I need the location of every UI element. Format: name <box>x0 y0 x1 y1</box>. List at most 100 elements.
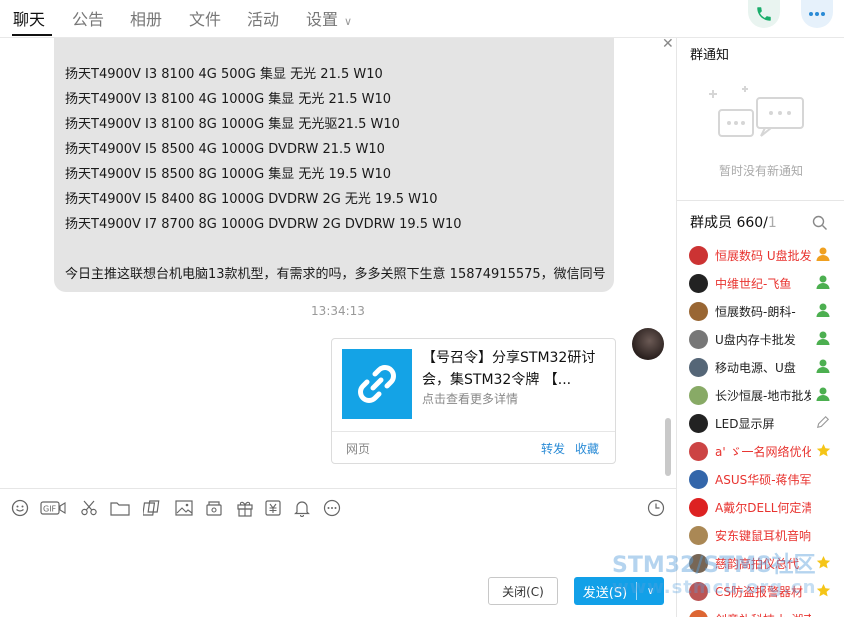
message-line: 扬天T4900V I7 8700 8G 1000G DVDRW 2G DVDRW… <box>65 217 462 232</box>
notice-title: 群通知 <box>690 48 730 63</box>
history-icon[interactable] <box>645 498 667 518</box>
message-line: 扬天T4900V I5 8500 4G 1000G DVDRW 21.5 W10 <box>65 142 385 157</box>
avatar[interactable] <box>689 441 708 461</box>
card-subtitle: 点击查看更多详情 <box>422 392 519 406</box>
member-name: A戴尔DELL何定清 <box>715 500 811 515</box>
member-name: 恒展数码-朗科- <box>715 304 796 319</box>
message-timestamp: 13:34:13 <box>311 304 365 318</box>
member-name: 中维世纪-飞鱼 <box>715 276 792 291</box>
member-name: 创意礼科技小-湖南 <box>715 611 811 617</box>
chat-scrollbar[interactable] <box>665 418 671 476</box>
avatar[interactable] <box>689 385 708 405</box>
avatar[interactable] <box>689 469 708 489</box>
message-line: 扬天T4900V I5 8400 8G 1000G DVDRW 2G 无光 19… <box>65 192 438 207</box>
phone-icon <box>757 7 771 21</box>
folder-icon[interactable] <box>109 498 131 518</box>
members-total: 1 <box>767 215 777 231</box>
avatar[interactable] <box>689 329 708 349</box>
more-button[interactable] <box>801 0 833 28</box>
tab-settings[interactable]: 设置 ∨ <box>306 6 352 30</box>
close-icon[interactable]: ✕ <box>662 38 674 52</box>
favorite-link[interactable]: 收藏 <box>575 440 599 457</box>
dice-icon[interactable] <box>141 498 163 518</box>
chat-history[interactable]: 扬天T4900V I3 8100 4G 500G 集显 无光 21.5 W10 … <box>0 38 676 488</box>
divider <box>677 200 844 201</box>
message-line: 扬天T4900V I3 8100 4G 500G 集显 无光 21.5 W10 <box>65 67 383 82</box>
member-name: U盘内存卡批发 <box>715 332 796 347</box>
call-button[interactable] <box>748 0 780 28</box>
members-count: 群成员 660/ <box>690 215 768 231</box>
star-badge-icon <box>815 554 831 570</box>
watermark-line1: STM32/STM8社区 <box>612 553 816 578</box>
watermark-line2: www.stmcu.org.cn <box>612 577 817 598</box>
member-item[interactable]: LED显示屏 <box>689 411 839 435</box>
tab-chat[interactable]: 聊天 <box>13 6 45 30</box>
tab-files[interactable]: 文件 <box>189 6 221 30</box>
members-title: 群成员 660/1 <box>690 212 777 232</box>
message-line: 扬天T4900V I3 8100 4G 1000G 集显 无光 21.5 W10 <box>65 92 392 107</box>
avatar[interactable] <box>689 413 708 433</box>
emoji-icon[interactable] <box>9 498 31 518</box>
red-packet-icon[interactable] <box>203 498 225 518</box>
member-item[interactable]: 安东键鼠耳机音响-小 <box>689 523 839 547</box>
notice-empty-text: 暂时没有新通知 <box>718 164 803 178</box>
member-item[interactable]: 长沙恒展-地市批发 <box>689 383 839 407</box>
admin-badge-icon <box>815 302 831 318</box>
member-name: 长沙恒展-地市批发 <box>715 388 811 403</box>
admin-badge-icon <box>815 386 831 402</box>
active-tab-underline <box>12 34 52 36</box>
gift-icon[interactable] <box>234 498 256 518</box>
member-name: a' ゞ一名网络优化 <box>715 444 811 459</box>
link-card[interactable]: 【号召令】分享STM32研讨会，集STM32令牌 【... 点击查看更多详情 网… <box>331 338 616 464</box>
member-item[interactable]: 创意礼科技小-湖南 <box>689 607 839 617</box>
message-line: 扬天T4900V I3 8100 8G 1000G 集显 无光驱21.5 W10 <box>65 117 400 132</box>
member-item[interactable]: A戴尔DELL何定清 <box>689 495 839 519</box>
avatar[interactable] <box>689 525 708 545</box>
scissors-icon[interactable] <box>78 498 100 518</box>
tab-activity[interactable]: 活动 <box>247 6 279 30</box>
star-badge-icon <box>815 442 831 458</box>
avatar[interactable] <box>689 357 708 377</box>
right-panel: 群通知 暂时没有新通知 群成员 660/1 恒展数码 U盘批发 中维世纪-飞鱼 恒展… <box>676 38 844 617</box>
message-bubble: 扬天T4900V I3 8100 4G 500G 集显 无光 21.5 W10 … <box>54 38 614 292</box>
more-icon[interactable] <box>321 498 343 518</box>
member-item[interactable]: a' ゞ一名网络优化 <box>689 439 839 463</box>
gif-icon[interactable]: GIF <box>40 498 66 518</box>
member-item[interactable]: U盘内存卡批发 <box>689 327 839 351</box>
member-name: 安东键鼠耳机音响-小 <box>715 528 811 543</box>
member-item[interactable]: 恒展数码 U盘批发 <box>689 243 839 267</box>
forward-link[interactable]: 转发 <box>541 440 565 457</box>
edit-icon <box>815 414 831 430</box>
payment-icon[interactable] <box>262 498 284 518</box>
close-button[interactable]: 关闭(C) <box>488 577 558 605</box>
member-item[interactable]: ASUS华硕-蒋伟军-湖 <box>689 467 839 491</box>
tab-announcement[interactable]: 公告 <box>72 6 104 30</box>
avatar[interactable] <box>689 301 708 321</box>
avatar[interactable] <box>689 273 708 293</box>
svg-text:GIF: GIF <box>43 505 57 514</box>
card-source: 网页 <box>346 442 371 456</box>
member-item[interactable]: 移动电源、U盘 <box>689 355 839 379</box>
tab-bar: 聊天 公告 相册 文件 活动 设置 ∨ <box>0 0 844 38</box>
member-name: 恒展数码 U盘批发 <box>715 248 811 263</box>
avatar[interactable] <box>632 328 664 360</box>
avatar[interactable] <box>689 245 708 265</box>
link-icon <box>342 349 412 419</box>
member-name: LED显示屏 <box>715 416 775 431</box>
search-icon[interactable] <box>812 215 828 231</box>
member-item[interactable]: 中维世纪-飞鱼 <box>689 271 839 295</box>
image-icon[interactable] <box>173 498 195 518</box>
tab-album[interactable]: 相册 <box>130 6 162 30</box>
avatar[interactable] <box>689 497 708 517</box>
admin-badge-icon <box>815 330 831 346</box>
tab-settings-label: 设置 <box>306 10 339 29</box>
card-footer: 网页 转发 收藏 <box>332 431 615 464</box>
avatar[interactable] <box>689 609 708 617</box>
member-item[interactable]: 恒展数码-朗科- <box>689 299 839 323</box>
message-input-area[interactable]: GIF 关闭(C) 发送(S) ∨ <box>0 488 676 617</box>
message-line: 扬天T4900V I5 8500 8G 1000G 集显 无光 19.5 W10 <box>65 167 392 182</box>
member-name: 移动电源、U盘 <box>715 360 796 375</box>
owner-badge-icon <box>815 246 831 262</box>
bell-icon[interactable] <box>291 498 313 518</box>
message-footer: 今日主推这联想台机电脑13款机型，有需求的吗，多多关照下生意 158749155… <box>65 267 606 282</box>
